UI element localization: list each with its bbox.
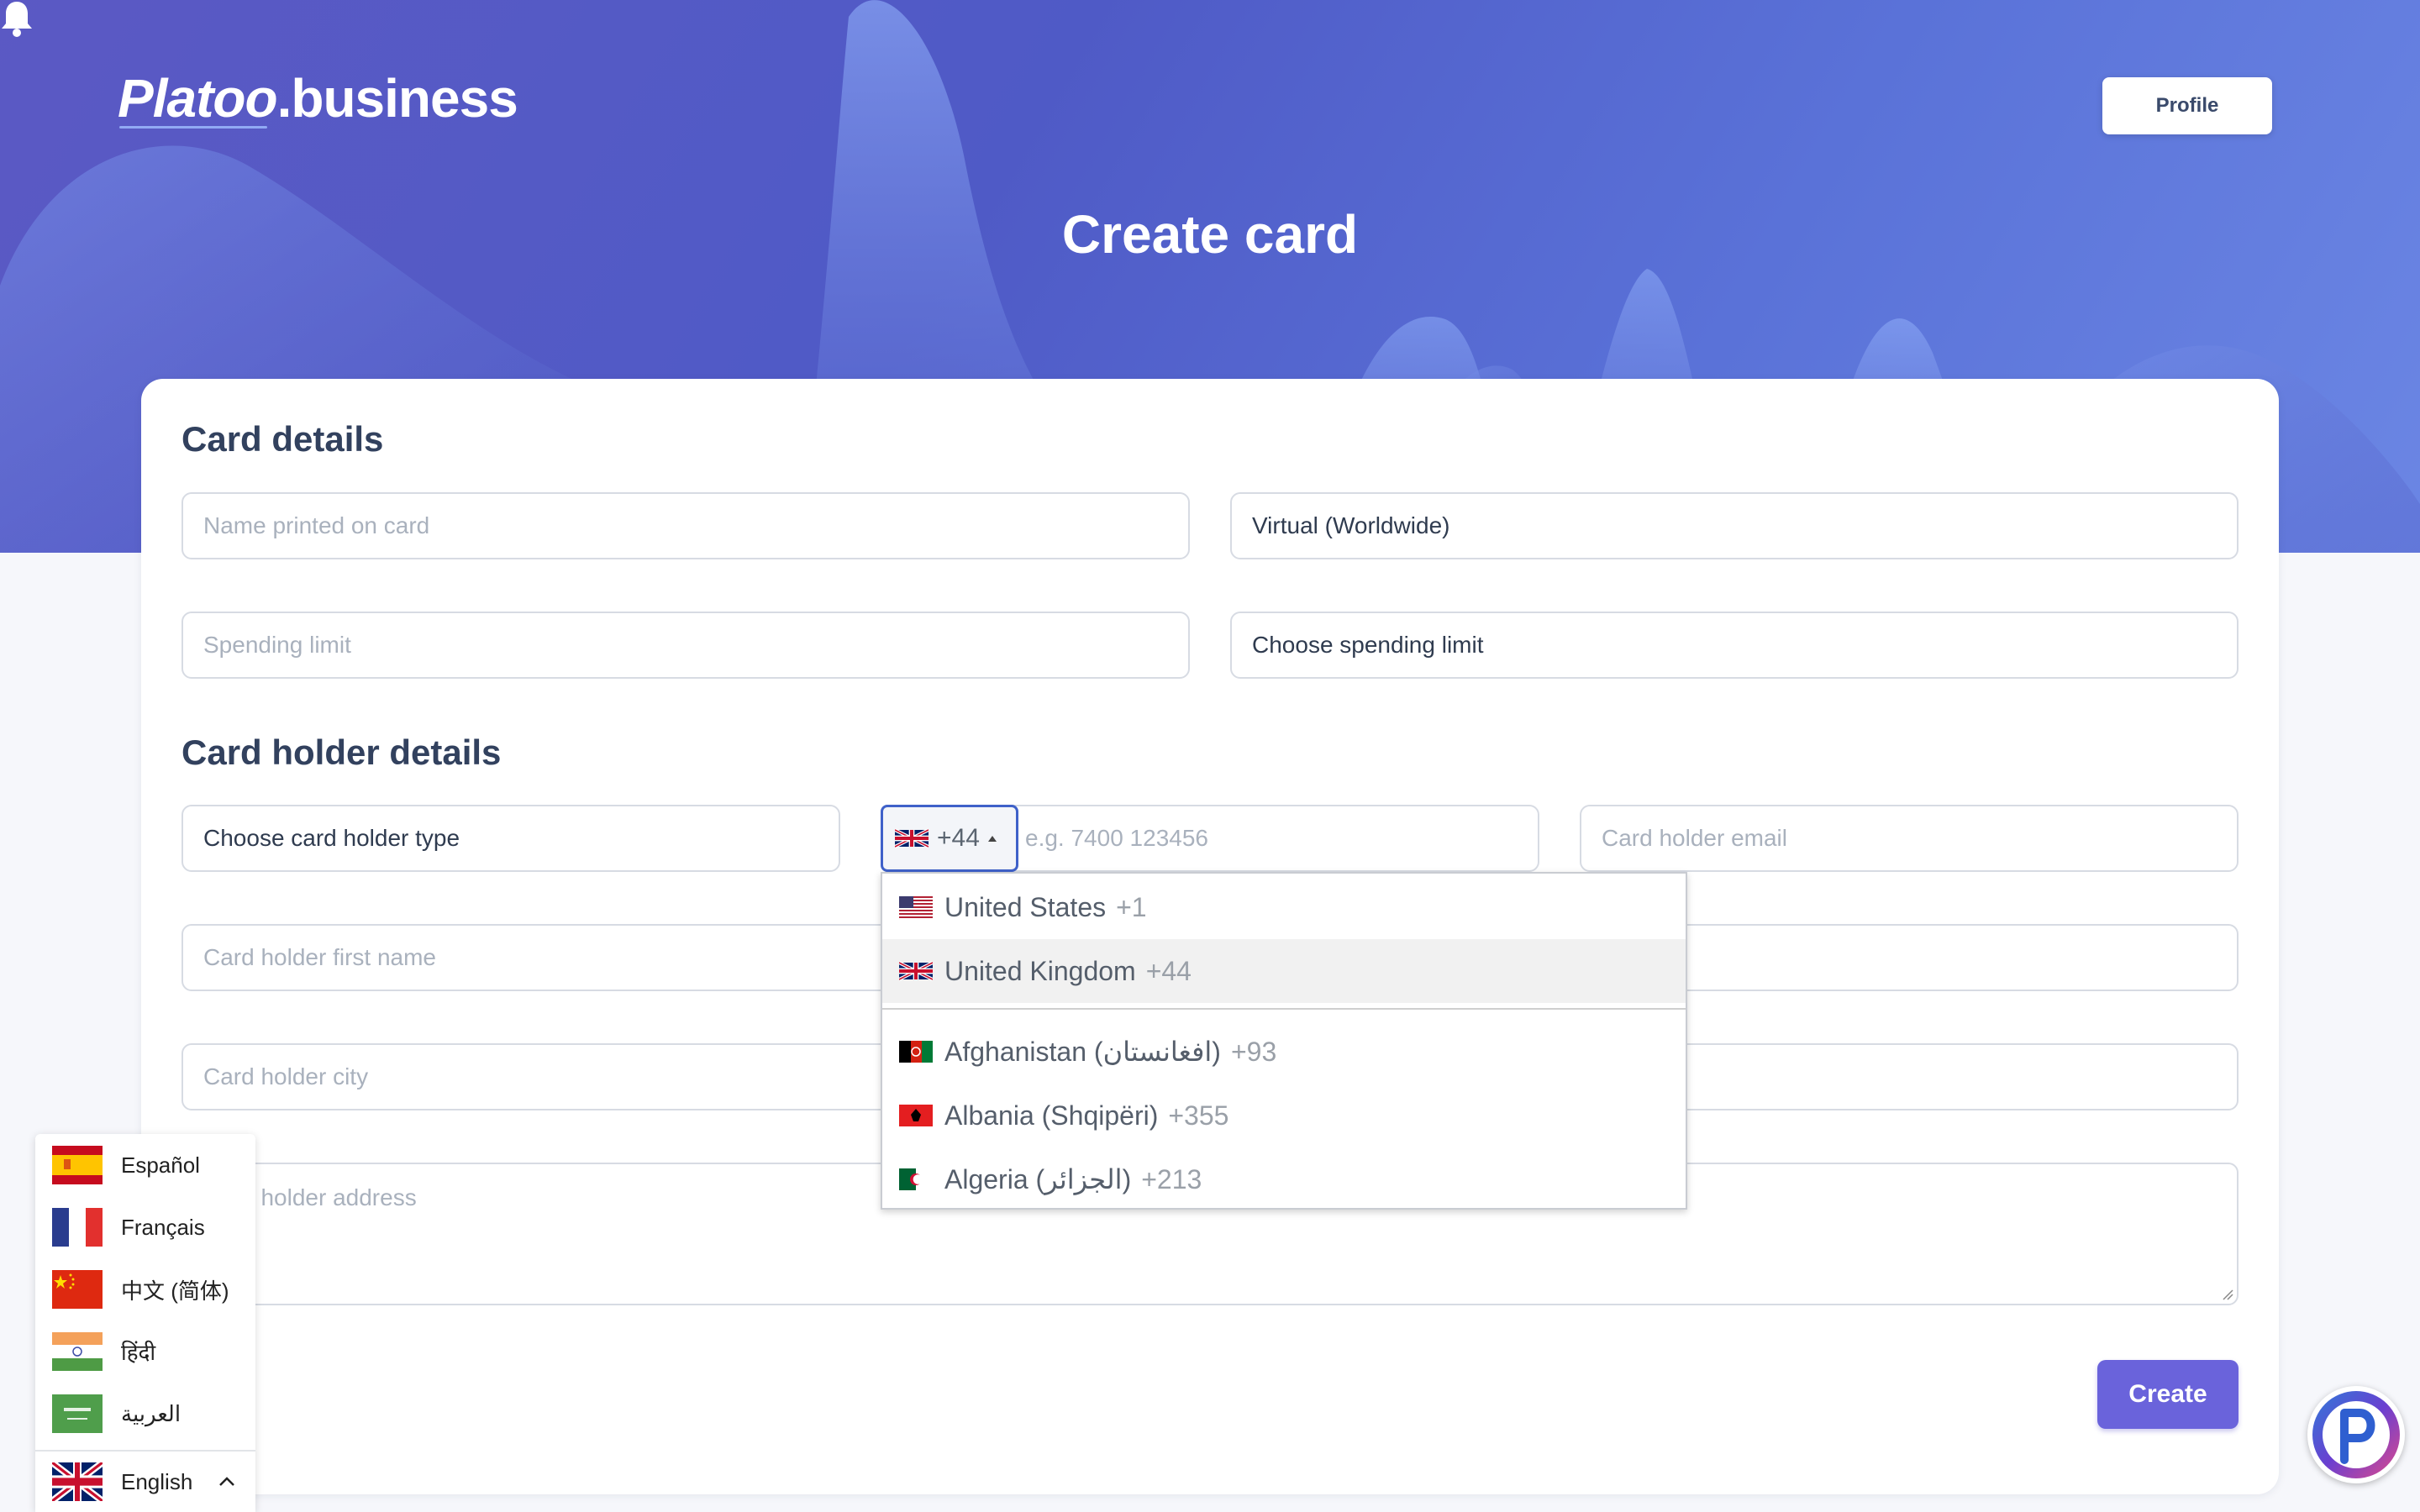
country-name: United States	[944, 891, 1107, 922]
spending-limit-placeholder: Spending limit	[203, 632, 351, 658]
create-card-form: Card details Name printed on card Virtua…	[141, 379, 2279, 1494]
resize-handle-icon[interactable]	[2222, 1289, 2233, 1300]
country-dropdown-list[interactable]: United States +1 United Kingdom +44 Afgh…	[881, 872, 1687, 1210]
country-name: Albania (Shqipëri)	[944, 1100, 1159, 1131]
language-option-es[interactable]: Español	[52, 1146, 200, 1184]
af-flag-icon	[899, 1041, 933, 1063]
profile-button[interactable]: Profile	[2102, 77, 2272, 134]
dz-flag-icon	[899, 1168, 933, 1190]
fr-flag-icon	[52, 1208, 103, 1247]
sa-flag-icon	[52, 1394, 103, 1433]
language-switcher: Español Français 中文 (简体) हिंदी العربية E…	[35, 1134, 255, 1512]
current-language-label: English	[121, 1468, 193, 1494]
country-dial-code: +355	[1168, 1100, 1229, 1131]
card-details-title: Card details	[182, 419, 384, 459]
card-holder-details-title: Card holder details	[182, 732, 502, 772]
bell-icon[interactable]	[0, 0, 34, 39]
country-code-selector[interactable]: +44	[881, 805, 1018, 872]
spending-limit-period-select[interactable]: Choose spending limit	[1230, 612, 2238, 679]
language-label: العربية	[121, 1400, 182, 1426]
language-option-zh[interactable]: 中文 (简体)	[52, 1270, 229, 1309]
al-flag-icon	[899, 1105, 933, 1126]
first-name-placeholder: Card holder first name	[203, 944, 437, 970]
country-option-al[interactable]: Albania (Shqipëri) +355	[882, 1084, 1686, 1147]
logo[interactable]: Platoo.business	[118, 67, 518, 129]
spending-limit-period-value: Choose spending limit	[1252, 632, 1484, 658]
country-name: Algeria (‫الجزائر‬‎)	[944, 1164, 1132, 1194]
in-flag-icon	[52, 1332, 103, 1371]
platoo-badge-icon	[2312, 1391, 2400, 1478]
create-button[interactable]: Create	[2097, 1360, 2238, 1429]
es-flag-icon	[52, 1146, 103, 1184]
platoo-assistant-badge[interactable]	[2307, 1386, 2405, 1483]
spending-limit-input[interactable]: Spending limit	[182, 612, 1190, 679]
cn-flag-icon	[52, 1270, 103, 1309]
logo-text-main: Platoo	[118, 68, 278, 129]
dropdown-divider	[882, 1008, 1686, 1010]
page-title: Create card	[1061, 204, 1359, 265]
language-current-toggle[interactable]: English	[35, 1450, 255, 1512]
language-option-ar[interactable]: العربية	[52, 1394, 181, 1433]
logo-underline	[119, 126, 267, 129]
caret-up-icon	[987, 835, 997, 842]
country-option-dz[interactable]: Algeria (‫الجزائر‬‎) +213	[882, 1147, 1686, 1208]
language-label: 中文 (简体)	[121, 1278, 229, 1304]
country-dial-code: +44	[1145, 955, 1192, 986]
gb-flag-icon	[899, 960, 933, 982]
country-name: Afghanistan (‫افغانستان‬‎)	[944, 1037, 1221, 1067]
country-option-gb[interactable]: United Kingdom +44	[882, 939, 1686, 1003]
language-label: Español	[121, 1152, 200, 1178]
email-placeholder: Card holder email	[1602, 825, 1787, 851]
language-option-fr[interactable]: Français	[52, 1208, 205, 1247]
card-type-select[interactable]: Virtual (Worldwide)	[1230, 492, 2238, 559]
country-dial-code: +1	[1116, 891, 1147, 922]
country-dial-code: +93	[1230, 1036, 1277, 1067]
card-name-placeholder: Name printed on card	[203, 512, 430, 538]
logo-text-suffix: .business	[276, 68, 518, 129]
us-flag-icon	[899, 896, 933, 918]
card-name-input[interactable]: Name printed on card	[182, 492, 1190, 559]
phone-placeholder: e.g. 7400 123456	[1025, 825, 1208, 851]
country-code-value: +44	[937, 824, 980, 852]
country-dial-code: +213	[1141, 1163, 1202, 1194]
language-label: हिंदी	[121, 1340, 156, 1365]
country-option-af[interactable]: Afghanistan (‫افغانستان‬‎) +93	[882, 1020, 1686, 1084]
gb-flag-icon	[895, 827, 929, 849]
phone-field[interactable]: +44 e.g. 7400 123456	[881, 805, 1539, 872]
language-label: Français	[121, 1214, 205, 1240]
card-type-value: Virtual (Worldwide)	[1252, 512, 1450, 538]
country-name: United Kingdom	[944, 955, 1136, 986]
city-placeholder: Card holder city	[203, 1063, 369, 1089]
card-holder-email-input[interactable]: Card holder email	[1580, 805, 2238, 872]
country-option-us[interactable]: United States +1	[882, 875, 1686, 939]
gb-flag-icon	[52, 1462, 103, 1501]
card-holder-type-value: Choose card holder type	[203, 825, 460, 851]
card-holder-type-select[interactable]: Choose card holder type	[182, 805, 840, 872]
chevron-up-icon	[219, 1477, 234, 1486]
language-option-hi[interactable]: हिंदी	[52, 1332, 155, 1371]
